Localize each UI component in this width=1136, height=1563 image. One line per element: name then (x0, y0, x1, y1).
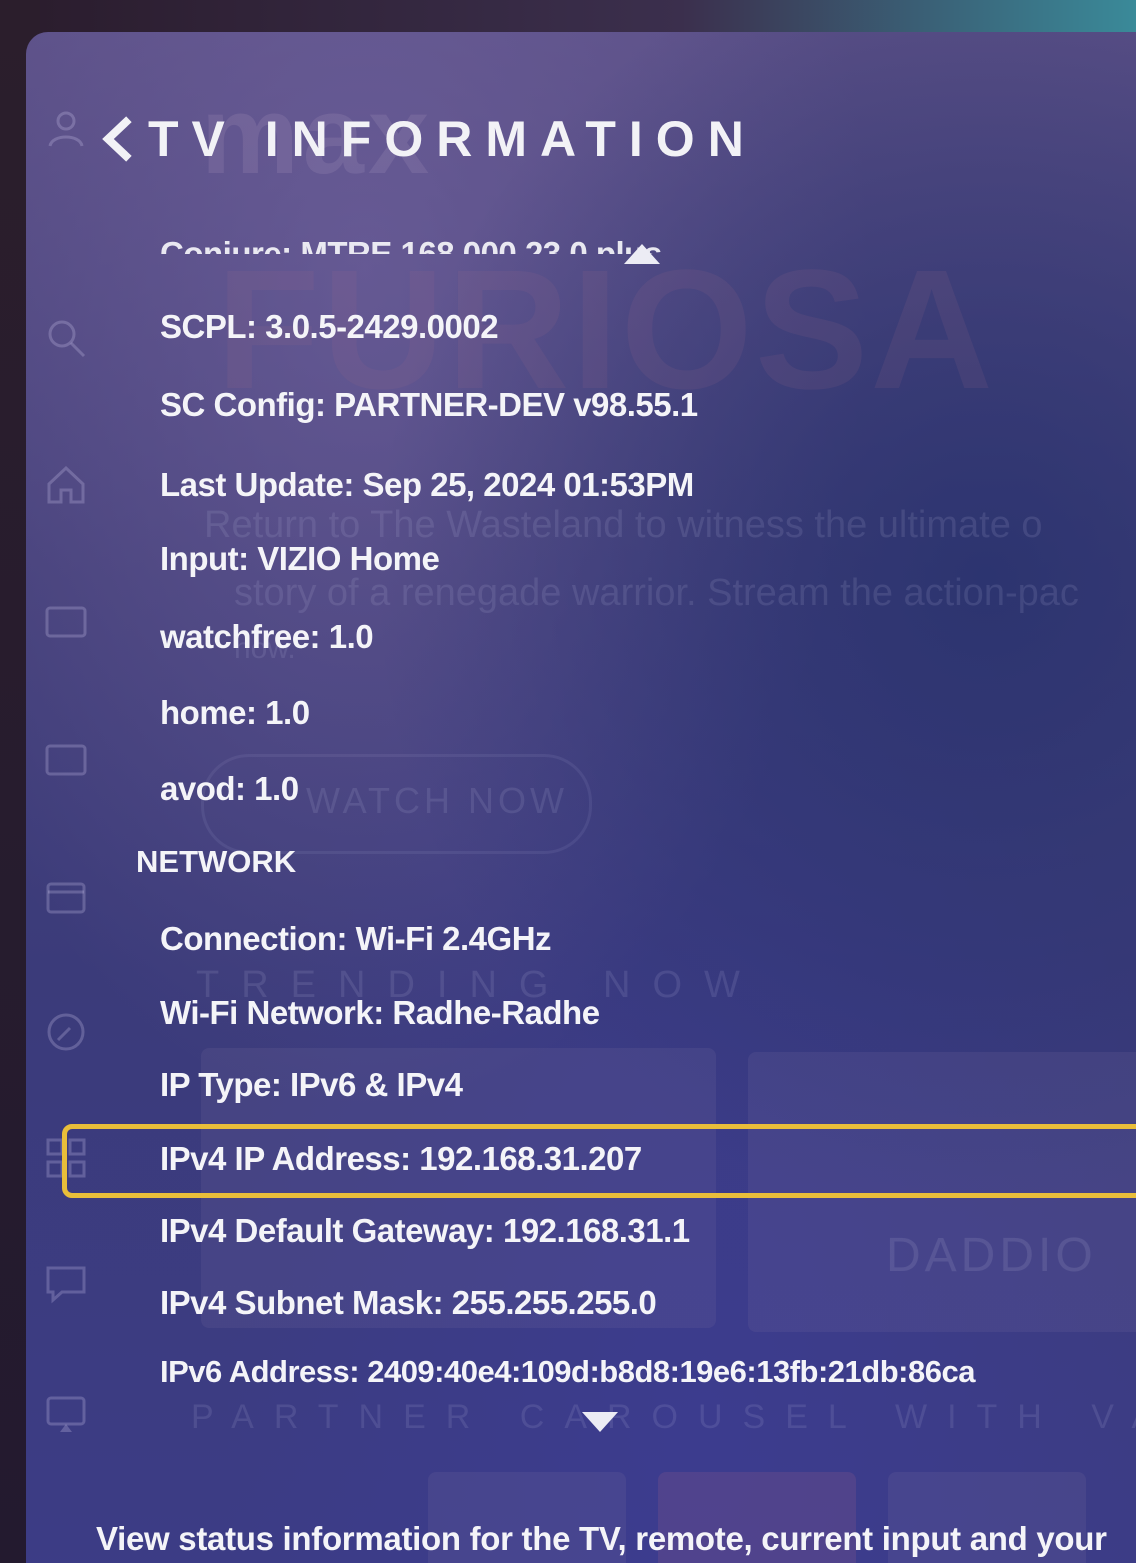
background-tile-title: DADDIO (886, 1229, 1097, 1282)
network-row-wifi-network[interactable]: Wi-Fi Network: Radhe-Radhe (160, 994, 600, 1032)
live-tv-icon (44, 600, 88, 644)
info-row-last-update[interactable]: Last Update: Sep 25, 2024 01:53PM (160, 466, 694, 504)
network-row-ipv4-address[interactable]: IPv4 IP Address: 192.168.31.207 (160, 1140, 642, 1178)
info-row-input[interactable]: Input: VIZIO Home (160, 540, 440, 578)
cast-icon (44, 1392, 88, 1436)
scroll-up-arrow-icon[interactable] (624, 244, 660, 264)
search-icon (44, 316, 88, 360)
tv-screen: max FURIOSA Return to The Wasteland to w… (26, 32, 1136, 1563)
network-row-ip-type[interactable]: IP Type: IPv6 & IPv4 (160, 1066, 463, 1104)
info-row-sc-config[interactable]: SC Config: PARTNER-DEV v98.55.1 (160, 386, 698, 424)
network-row-ipv6-address[interactable]: IPv6 Address: 2409:40e4:109d:b8d8:19e6:1… (160, 1354, 975, 1390)
discover-icon (44, 1010, 88, 1054)
info-row-partial[interactable]: Conjure: MTRE 168.000.23.0 plus (160, 224, 662, 254)
scroll-down-arrow-icon[interactable] (582, 1412, 618, 1432)
profile-icon (44, 106, 88, 150)
network-row-ipv4-subnet[interactable]: IPv4 Subnet Mask: 255.255.255.0 (160, 1284, 657, 1322)
page-title: TV INFORMATION (148, 111, 757, 167)
network-section-heading: NETWORK (136, 844, 297, 879)
help-text: View status information for the TV, remo… (96, 1520, 1107, 1557)
background-description-2: story of a renegade warrior. Stream the … (234, 572, 1079, 614)
info-row-scpl[interactable]: SCPL: 3.0.5-2429.0002 (160, 308, 499, 346)
info-row-avod[interactable]: avod: 1.0 (160, 770, 299, 808)
info-row-watchfree[interactable]: watchfree: 1.0 (160, 618, 374, 656)
network-row-ipv4-gateway[interactable]: IPv4 Default Gateway: 192.168.31.1 (160, 1212, 690, 1250)
panel-header: TV INFORMATION (98, 110, 757, 168)
background-carousel-heading: PARTNER CAROUSEL WITH VA (191, 1398, 1136, 1436)
free-icon (44, 738, 88, 782)
store-icon (44, 874, 88, 918)
home-icon (44, 462, 88, 506)
back-chevron-icon[interactable] (98, 116, 134, 162)
messages-icon (44, 1262, 88, 1306)
background-watch-label: WATCH NOW (306, 780, 568, 821)
network-row-connection[interactable]: Connection: Wi-Fi 2.4GHz (160, 920, 552, 958)
info-row-home[interactable]: home: 1.0 (160, 694, 310, 732)
